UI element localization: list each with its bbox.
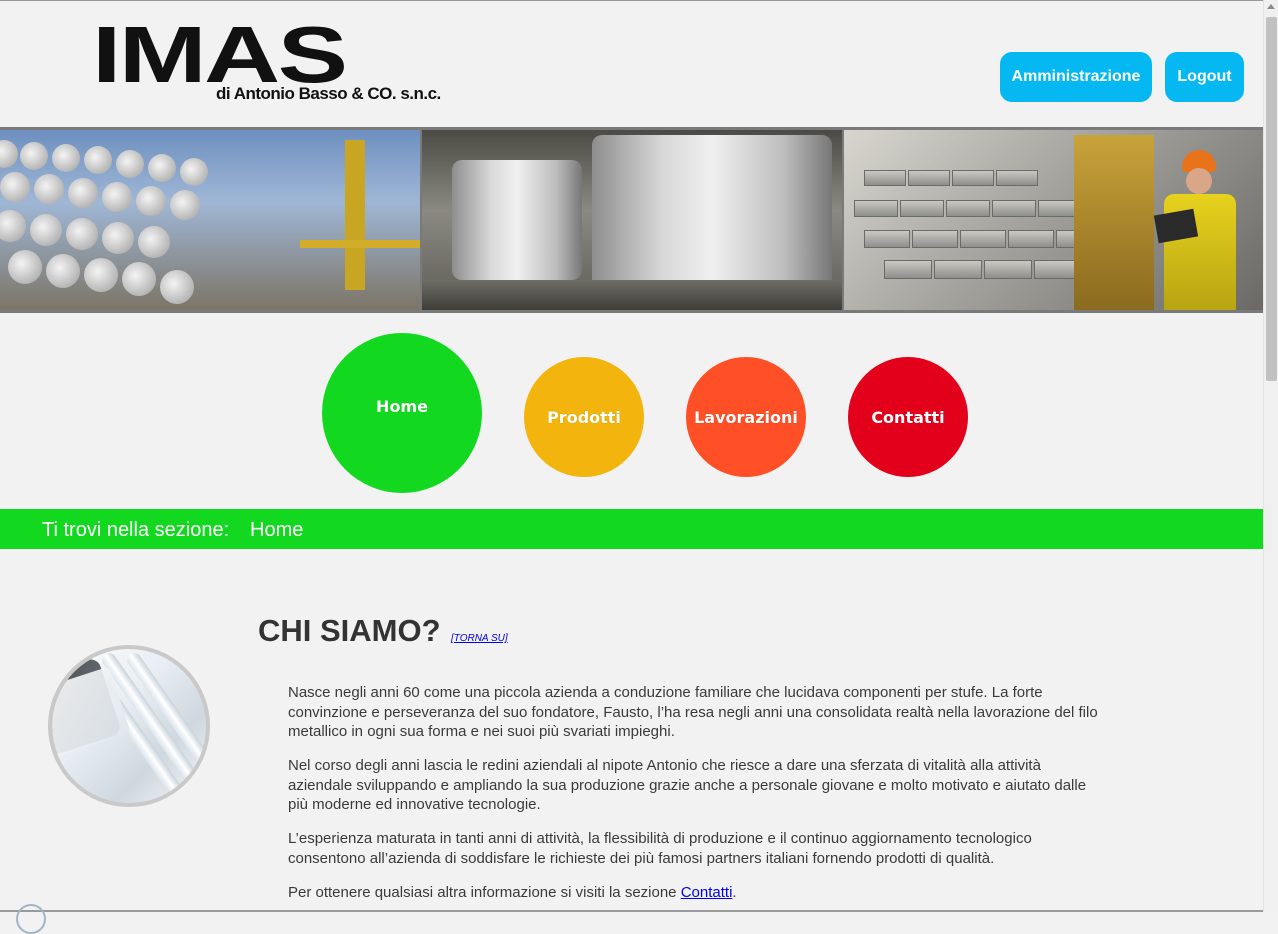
about-image (48, 645, 210, 807)
header-banner (0, 127, 1263, 313)
corner-widget-icon (16, 904, 46, 934)
vertical-scrollbar[interactable] (1263, 0, 1278, 912)
page-title: CHI SIAMO? (258, 613, 441, 648)
worker-figure (1153, 150, 1244, 310)
top-border (0, 0, 1278, 1)
logout-button[interactable]: Logout (1165, 52, 1244, 102)
amministrazione-button[interactable]: Amministrazione (1000, 52, 1152, 102)
banner-image-ingots (844, 130, 1263, 310)
banner-image-rods (0, 130, 420, 310)
paragraph-4-end: . (732, 884, 737, 901)
breadcrumb-current: Home (250, 519, 304, 541)
scroll-up-arrow-icon[interactable] (1267, 4, 1275, 9)
torna-su-link[interactable]: [TORNA SU] (451, 633, 508, 644)
nav-prodotti[interactable]: Prodotti (524, 357, 644, 477)
paragraph-3: L’esperienza maturata in tanti anni di a… (288, 830, 1032, 867)
scrollbar-thumb[interactable] (1266, 17, 1277, 381)
nav-contatti[interactable]: Contatti (848, 357, 968, 477)
contatti-link[interactable]: Contatti (681, 884, 733, 901)
imas-logo[interactable]: IMAS di Antonio Basso & CO. s.n.c. (92, 12, 472, 106)
paragraph-2: Nel corso degli anni lascia le redini az… (288, 757, 1087, 813)
paragraph-1: Nasce negli anni 60 come una piccola azi… (288, 684, 1098, 740)
paragraph-4-text: Per ottenere qualsiasi altra informazion… (288, 884, 681, 901)
logo-subtitle: di Antonio Basso & CO. s.n.c. (216, 84, 441, 103)
breadcrumb-bar: Ti trovi nella sezione: Home (0, 509, 1263, 549)
nav-home[interactable]: Home (322, 333, 482, 493)
paragraph-4: Per ottenere qualsiasi altra informazion… (288, 883, 1108, 903)
breadcrumb-label: Ti trovi nella sezione: (42, 519, 230, 541)
nav-lavorazioni[interactable]: Lavorazioni (686, 357, 806, 477)
banner-image-coils (422, 130, 842, 310)
